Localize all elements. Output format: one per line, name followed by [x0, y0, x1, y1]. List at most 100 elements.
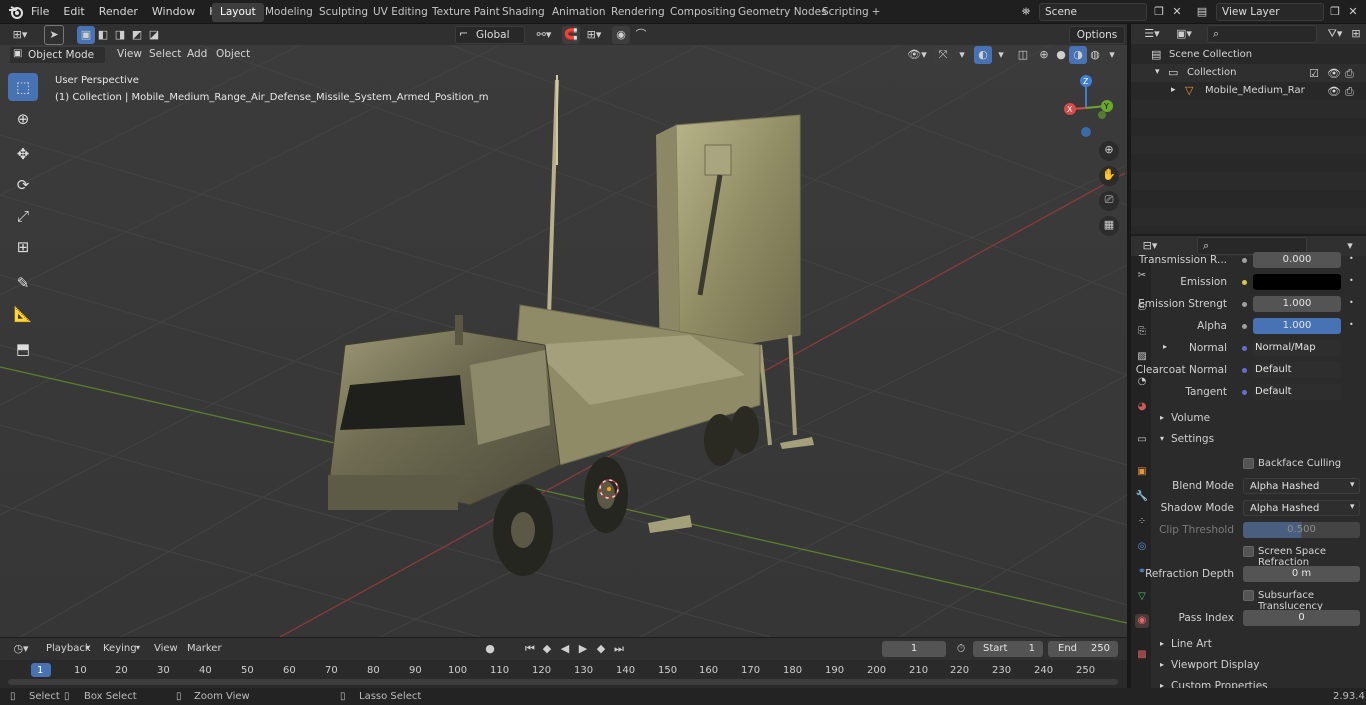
pass-index-field[interactable]: 0	[1243, 610, 1360, 626]
object-tab-icon[interactable]: ▣	[1135, 465, 1149, 479]
menu-marker[interactable]: Marker	[187, 643, 222, 654]
ortho-grid-icon[interactable]: ▦	[1099, 216, 1119, 236]
keyframe-dot-icon[interactable]: •	[1349, 254, 1354, 263]
scale-tool-icon[interactable]: ⤢	[8, 202, 38, 230]
properties-options-icon[interactable]: ▾	[1341, 237, 1359, 255]
jump-start-icon[interactable]: ⏮	[521, 640, 539, 658]
socket-dot-icon[interactable]	[1242, 324, 1247, 329]
options-dropdown[interactable]: Options	[1069, 26, 1125, 44]
properties-editor-icon[interactable]: ⊟▾	[1137, 237, 1163, 255]
rotate-tool-icon[interactable]: ⟳	[8, 171, 38, 199]
add-cube-tool-icon[interactable]: ⬒	[8, 335, 38, 363]
menu-view[interactable]: View	[154, 643, 178, 654]
refraction-depth-field[interactable]: 0 m	[1243, 566, 1360, 582]
blend-mode-dropdown[interactable]: Alpha Hashed	[1243, 478, 1360, 494]
view-layer-field[interactable]: View Layer	[1216, 3, 1324, 21]
snap-icon[interactable]: 🧲	[562, 26, 580, 44]
collection-render-icon[interactable]: ⎙	[1345, 67, 1354, 81]
scene-icon[interactable]: ⛯	[1014, 3, 1038, 21]
next-keyframe-icon[interactable]: ◆	[592, 640, 610, 658]
outliner-row-collection[interactable]: ▾ ▭ Collection ☑ 👁 ⎙	[1131, 64, 1366, 82]
subsurface-translucency-checkbox[interactable]	[1243, 590, 1254, 601]
menu-window[interactable]: Window	[145, 0, 202, 24]
socket-dot-icon[interactable]	[1242, 390, 1247, 395]
socket-dot-icon[interactable]	[1242, 368, 1247, 373]
shading-dropdown-icon[interactable]: ▾	[1103, 46, 1121, 64]
clearcoat-normal-field[interactable]: Default	[1253, 362, 1341, 378]
alpha-slider[interactable]: 1.000	[1253, 318, 1341, 334]
timeline-editor-icon[interactable]: ◷▾	[8, 640, 34, 658]
cursor-tool-icon[interactable]: ⊕	[8, 105, 38, 133]
menu-edit[interactable]: Edit	[56, 0, 91, 24]
solid-shading-icon[interactable]: ●	[1052, 46, 1070, 64]
menu-playback[interactable]: Playback	[46, 643, 91, 654]
clip-threshold-slider[interactable]: 0.500	[1243, 522, 1360, 538]
viewport-display-panel-header[interactable]: Viewport Display	[1171, 659, 1259, 671]
expand-object-icon[interactable]: ▸	[1171, 85, 1176, 95]
select-mode-intersect-icon[interactable]: ◪	[145, 26, 163, 44]
object-visibility-icon[interactable]: 👁	[1327, 85, 1341, 98]
visibility-icon[interactable]: 👁▾	[905, 46, 929, 64]
move-tool-icon[interactable]: ✥	[8, 140, 38, 168]
play-icon[interactable]: ▶	[574, 640, 592, 658]
play-reverse-icon[interactable]: ◀	[556, 640, 574, 658]
expand-settings-icon[interactable]: ▾	[1160, 434, 1164, 443]
expand-viewport-display-icon[interactable]: ▸	[1160, 660, 1164, 669]
outliner-editor-icon[interactable]: ☰▾	[1139, 25, 1165, 43]
physics-tab-icon[interactable]: ◎	[1135, 540, 1149, 554]
timeline-scrollbar[interactable]	[8, 679, 1118, 685]
snap-target-icon[interactable]: ⊞▾	[581, 26, 607, 44]
screen-space-refraction-checkbox[interactable]	[1243, 546, 1254, 557]
rendered-shading-icon[interactable]: ◍	[1086, 46, 1104, 64]
menu-view[interactable]: View	[117, 48, 142, 60]
overlay-dropdown-icon[interactable]: ▾	[992, 46, 1010, 64]
delete-view-layer-icon[interactable]: ✕	[1344, 3, 1362, 21]
keyframe-dot-icon[interactable]: •	[1349, 320, 1354, 329]
menu-keying[interactable]: Keying	[103, 643, 137, 654]
wireframe-shading-icon[interactable]: ⊕	[1035, 46, 1053, 64]
prev-keyframe-icon[interactable]: ◆	[538, 640, 556, 658]
select-mode-subtract-icon[interactable]: ◨	[111, 26, 129, 44]
view-layer-icon[interactable]: ▤	[1190, 3, 1214, 21]
custom-properties-panel-header[interactable]: Custom Properties	[1171, 680, 1268, 688]
socket-dot-icon[interactable]	[1242, 346, 1247, 351]
object-render-icon[interactable]: ⎙	[1345, 85, 1354, 99]
jump-end-icon[interactable]: ⏭	[610, 640, 628, 658]
socket-dot-icon[interactable]	[1242, 280, 1247, 285]
delete-scene-icon[interactable]: ✕	[1168, 3, 1186, 21]
filter-icon[interactable]: ⛛▾	[1323, 25, 1347, 43]
measure-tool-icon[interactable]: 📐	[8, 300, 38, 328]
falloff-icon[interactable]: ⌒	[632, 26, 650, 44]
outliner-row-object[interactable]: ▸ ▽ Mobile_Medium_Range_A 👁 ⎙	[1131, 82, 1366, 100]
keyframe-dot-icon[interactable]: •	[1349, 276, 1354, 285]
emission-strength-field[interactable]: 1.000	[1253, 296, 1341, 312]
outliner-search-input[interactable]	[1207, 25, 1317, 43]
socket-dot-icon[interactable]	[1242, 302, 1247, 307]
data-tab-icon[interactable]: ▽	[1135, 590, 1149, 604]
texture-tab-icon[interactable]: ▩	[1135, 648, 1149, 662]
editor-type-icon[interactable]: ⊞▾	[6, 26, 34, 44]
display-mode-icon[interactable]: ▣▾	[1171, 25, 1197, 43]
select-mode-extend-icon[interactable]: ◧	[94, 26, 112, 44]
outliner-row-scene-collection[interactable]: ▤ Scene Collection	[1131, 46, 1366, 64]
emission-color-field[interactable]	[1253, 274, 1341, 290]
3d-viewport[interactable]: User Perspective (1) Collection | Mobile…	[0, 45, 1127, 637]
new-collection-icon[interactable]: ⊞	[1347, 25, 1365, 43]
pan-hand-icon[interactable]: ✋	[1099, 166, 1119, 186]
shadow-mode-dropdown[interactable]: Alpha Hashed	[1243, 500, 1360, 516]
transmission-field[interactable]: 0.000	[1253, 252, 1341, 268]
menu-add[interactable]: Add	[187, 48, 207, 60]
backface-culling-checkbox[interactable]	[1243, 458, 1254, 469]
overlay-toggle-icon[interactable]: ◐	[974, 46, 992, 64]
collection-checkbox-icon[interactable]: ☑	[1309, 67, 1319, 80]
scene-field[interactable]: Scene	[1039, 3, 1147, 21]
camera-view-icon[interactable]: ⎚	[1099, 191, 1119, 211]
zoom-icon[interactable]: ⊕	[1099, 141, 1119, 161]
copy-scene-icon[interactable]: ❐	[1150, 3, 1168, 21]
normal-map-field[interactable]: Normal/Map	[1253, 340, 1341, 356]
line-art-panel-header[interactable]: Line Art	[1171, 638, 1212, 650]
stopwatch-icon[interactable]: ⏱	[952, 640, 970, 658]
annotate-tool-icon[interactable]: ✎	[8, 269, 38, 297]
mode-dropdown[interactable]: Object Mode	[9, 46, 106, 64]
transform-tool-icon[interactable]: ⊞	[8, 233, 38, 261]
